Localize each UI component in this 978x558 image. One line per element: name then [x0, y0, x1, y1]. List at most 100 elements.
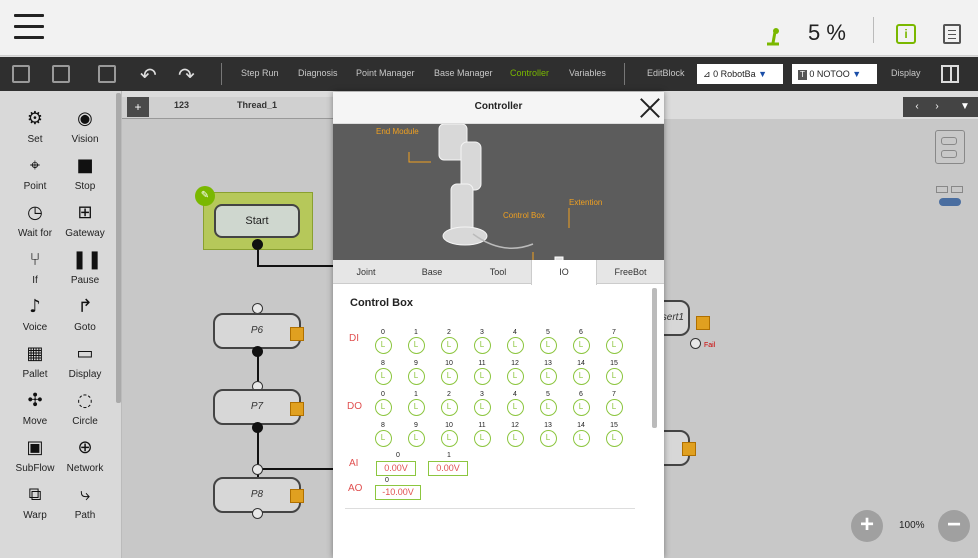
minimap-icon[interactable]: [936, 186, 964, 208]
base-manager-button[interactable]: Base Manager: [434, 68, 493, 78]
tab-dropdown-icon[interactable]: ▼: [955, 97, 975, 117]
node-port[interactable]: [252, 239, 263, 250]
do-port-15[interactable]: 15 L: [605, 422, 623, 447]
palette-item-label: Point: [23, 181, 47, 192]
palette-item-circle[interactable]: ◌ Circle: [56, 389, 114, 427]
divider: [873, 17, 874, 43]
do-port-11[interactable]: 11 L: [473, 422, 491, 447]
display-button[interactable]: Display: [891, 68, 921, 78]
do-port-0[interactable]: 0L: [374, 391, 392, 416]
palette-item-vision[interactable]: ◉ Vision: [56, 107, 114, 145]
subflow-icon: ▣: [26, 437, 44, 458]
palette-item-stop[interactable]: ■ Stop: [56, 154, 114, 192]
palette-item-display[interactable]: ▭ Display: [56, 342, 114, 380]
do-port-14[interactable]: 14 L: [572, 422, 590, 447]
palette-scrollbar[interactable]: [116, 93, 121, 403]
palette-item-label: Circle: [72, 416, 98, 427]
redo-icon[interactable]: ↷: [178, 63, 195, 88]
point-node-p7[interactable]: P7: [213, 389, 301, 425]
do-port-7[interactable]: 7L: [605, 391, 623, 416]
point-node-p6[interactable]: P6: [213, 313, 301, 349]
palette-item-label: SubFlow: [15, 463, 55, 474]
do-port-8[interactable]: 8L: [374, 422, 392, 447]
palette-item-label: Pause: [70, 275, 100, 286]
palette-item-path[interactable]: ⤷ Path: [56, 483, 114, 521]
node-port[interactable]: [690, 338, 701, 349]
menu-icon[interactable]: [14, 14, 44, 40]
palette-item-pause[interactable]: ❚❚ Pause: [56, 248, 114, 286]
zoom-out-icon[interactable]: −: [938, 510, 970, 542]
palette-item-network[interactable]: ⊕ Network: [56, 436, 114, 474]
di-port-1: 1L: [407, 329, 425, 354]
robot-diagram: End Module Control Box Extention: [333, 124, 664, 260]
tab-tool[interactable]: Tool: [465, 260, 531, 284]
editblock-button[interactable]: EditBlock: [647, 68, 685, 78]
do-port-2[interactable]: 2L: [440, 391, 458, 416]
flow-wire: [257, 265, 333, 267]
display-icon: ▭: [76, 343, 94, 364]
io-state-indicator: L: [572, 337, 590, 354]
tab-123[interactable]: 123: [174, 100, 189, 110]
close-icon[interactable]: [636, 94, 664, 122]
fit-view-icon[interactable]: [935, 130, 965, 164]
ao-value-0[interactable]: -10.00V: [375, 485, 421, 500]
extention-label: Extention: [569, 198, 603, 207]
controller-button[interactable]: Controller: [510, 68, 549, 78]
node-port[interactable]: [252, 508, 263, 519]
port-number: 10: [445, 360, 453, 367]
tab-io[interactable]: IO: [531, 260, 597, 285]
chevron-right-icon[interactable]: ›: [927, 97, 947, 117]
base-select[interactable]: ⊿ 0 RobotBa ▼: [697, 64, 783, 84]
palette-item-label: Pallet: [22, 369, 48, 380]
top-bar: 5 % i: [0, 0, 978, 56]
do-port-12[interactable]: 12 L: [506, 422, 524, 447]
port-number: 0: [381, 391, 385, 398]
tab-thread-1[interactable]: Thread_1: [237, 100, 277, 110]
network-icon: ⊕: [77, 437, 93, 458]
gateway-icon: ⊞: [77, 202, 93, 223]
diagnosis-button[interactable]: Diagnosis: [298, 68, 338, 78]
do-port-9[interactable]: 9L: [407, 422, 425, 447]
ai-index: 1: [447, 452, 451, 459]
tab-freebot[interactable]: FreeBot: [597, 260, 664, 284]
tool-tag: T: [798, 70, 807, 80]
ai-value-1: 0.00V: [428, 461, 468, 476]
new-project-icon[interactable]: [12, 65, 30, 83]
open-project-icon[interactable]: [52, 65, 70, 83]
do-port-1[interactable]: 1L: [407, 391, 425, 416]
info-icon[interactable]: i: [896, 24, 916, 44]
chevron-down-icon: ▼: [758, 69, 768, 79]
do-port-10[interactable]: 10 L: [440, 422, 458, 447]
tab-joint[interactable]: Joint: [333, 260, 399, 284]
node-port[interactable]: [252, 464, 263, 475]
io-state-indicator: L: [539, 368, 557, 385]
palette-item-gateway[interactable]: ⊞ Gateway: [56, 201, 114, 239]
do-port-3[interactable]: 3L: [473, 391, 491, 416]
path-icon: ⤷: [79, 484, 91, 505]
point-manager-button[interactable]: Point Manager: [356, 68, 415, 78]
save-project-icon[interactable]: [98, 65, 116, 83]
chevron-left-icon[interactable]: ‹: [907, 97, 927, 117]
add-tab-button[interactable]: +: [127, 97, 149, 117]
step-run-button[interactable]: Step Run: [241, 68, 279, 78]
edit-pencil-icon[interactable]: ✎: [195, 186, 215, 206]
ai-index: 0: [396, 452, 400, 459]
start-node[interactable]: Start: [214, 204, 300, 238]
port-number: 15: [610, 360, 618, 367]
speed-icon[interactable]: [763, 26, 783, 46]
tool-select[interactable]: T 0 NOTOO ▼: [792, 64, 877, 84]
io-state-indicator: L: [440, 399, 458, 416]
do-port-13[interactable]: 13 L: [539, 422, 557, 447]
do-port-4[interactable]: 4L: [506, 391, 524, 416]
dialog-tab-bar: Joint Base Tool IO FreeBot: [333, 260, 664, 285]
tab-base[interactable]: Base: [399, 260, 465, 284]
display-panel-icon[interactable]: [941, 65, 959, 83]
palette-item-goto[interactable]: ↱ Goto: [56, 295, 114, 333]
dialog-scrollbar[interactable]: [652, 288, 657, 428]
do-port-5[interactable]: 5L: [539, 391, 557, 416]
undo-icon[interactable]: ↶: [140, 63, 157, 88]
do-port-6[interactable]: 6L: [572, 391, 590, 416]
zoom-in-icon[interactable]: +: [851, 510, 883, 542]
variables-button[interactable]: Variables: [569, 68, 606, 78]
document-icon[interactable]: [943, 24, 961, 44]
